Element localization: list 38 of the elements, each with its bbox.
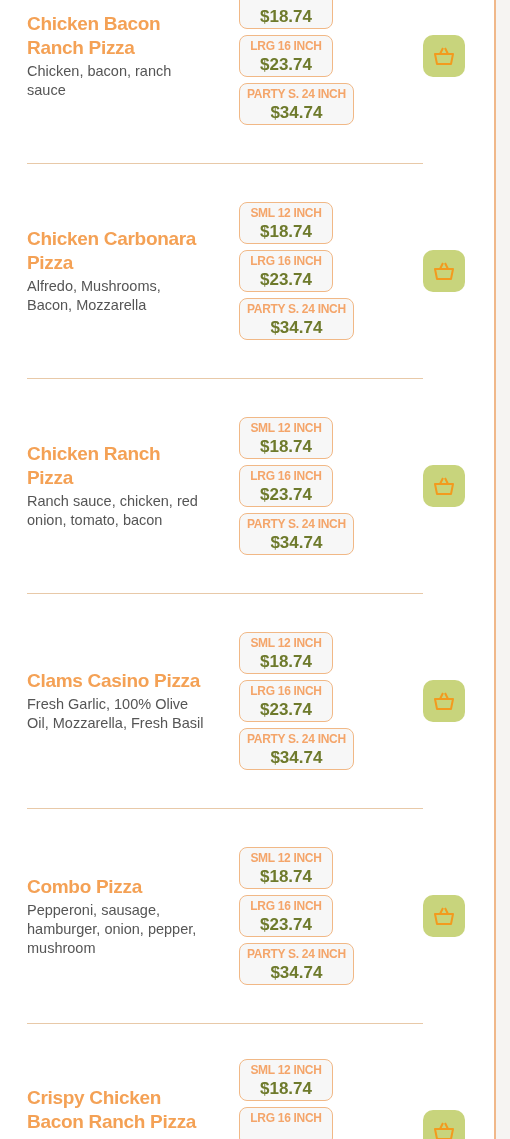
add-to-cart-button[interactable]	[423, 35, 465, 77]
size-price-option[interactable]: PARTY S. 24 INCH $34.74	[239, 83, 354, 125]
pizza-description: Alfredo, Mushrooms, Bacon, Mozzarella	[27, 277, 162, 315]
add-to-cart-button[interactable]	[423, 465, 465, 507]
pizza-name: Chicken Ranch Pizza	[27, 442, 162, 490]
basket-icon	[434, 262, 454, 280]
size-price-option[interactable]: LRG 16 INCH $23.74	[239, 250, 333, 292]
size-price-option[interactable]: LRG 16 INCH $23.74	[239, 895, 333, 937]
pizza-name: Crispy Chicken Bacon Ranch Pizza	[27, 1086, 198, 1134]
size-price-option[interactable]: LRG 16 INCH $23.74	[239, 680, 333, 722]
size-price-option[interactable]: SML 12 INCH $18.74	[239, 1059, 333, 1101]
size-price-option[interactable]: LRG 16 INCH $23.74	[239, 35, 333, 77]
pizza-description: Ranch sauce, chicken, red onion, tomato, bacon	[27, 492, 199, 530]
size-price-option[interactable]: $18.74	[239, 0, 333, 29]
pizza-description: Fresh Garlic, 100% Olive Oil, Mozzarella, Fresh Basil	[27, 695, 205, 733]
size-price-option[interactable]: PARTY S. 24 INCH $34.74	[239, 298, 354, 340]
add-to-cart-button[interactable]	[423, 895, 465, 937]
size-price-option[interactable]: PARTY S. 24 INCH $34.74	[239, 728, 354, 770]
add-to-cart-button[interactable]	[423, 680, 465, 722]
basket-icon	[434, 907, 454, 925]
size-price-option[interactable]: PARTY S. 24 INCH $34.74	[239, 943, 354, 985]
basket-icon	[434, 1122, 454, 1139]
basket-icon	[434, 47, 454, 65]
size-price-option[interactable]: PARTY S. 24 INCH $34.74	[239, 513, 354, 555]
pizza-name: Chicken Bacon Ranch Pizza	[27, 12, 162, 60]
size-price-option[interactable]: SML 12 INCH $18.74	[239, 202, 333, 244]
pizza-description: Pepperoni, sausage, hamburger, onion, pepper, mushroom	[27, 900, 198, 958]
basket-icon	[434, 692, 454, 710]
size-price-option[interactable]: SML 12 INCH $18.74	[239, 847, 333, 889]
pizza-description: Chicken, bacon, ranch sauce	[27, 62, 173, 100]
pizza-name: Chicken Carbonara Pizza	[27, 227, 198, 275]
basket-icon	[434, 477, 454, 495]
size-price-option[interactable]: SML 12 INCH $18.74	[239, 417, 333, 459]
add-to-cart-button[interactable]	[423, 250, 465, 292]
pizza-name: Clams Casino Pizza	[27, 669, 202, 693]
size-price-option[interactable]: SML 12 INCH $18.74	[239, 632, 333, 674]
size-price-option[interactable]: LRG 16 INCH $23.74	[239, 465, 333, 507]
pizza-name: Combo Pizza	[27, 874, 144, 899]
